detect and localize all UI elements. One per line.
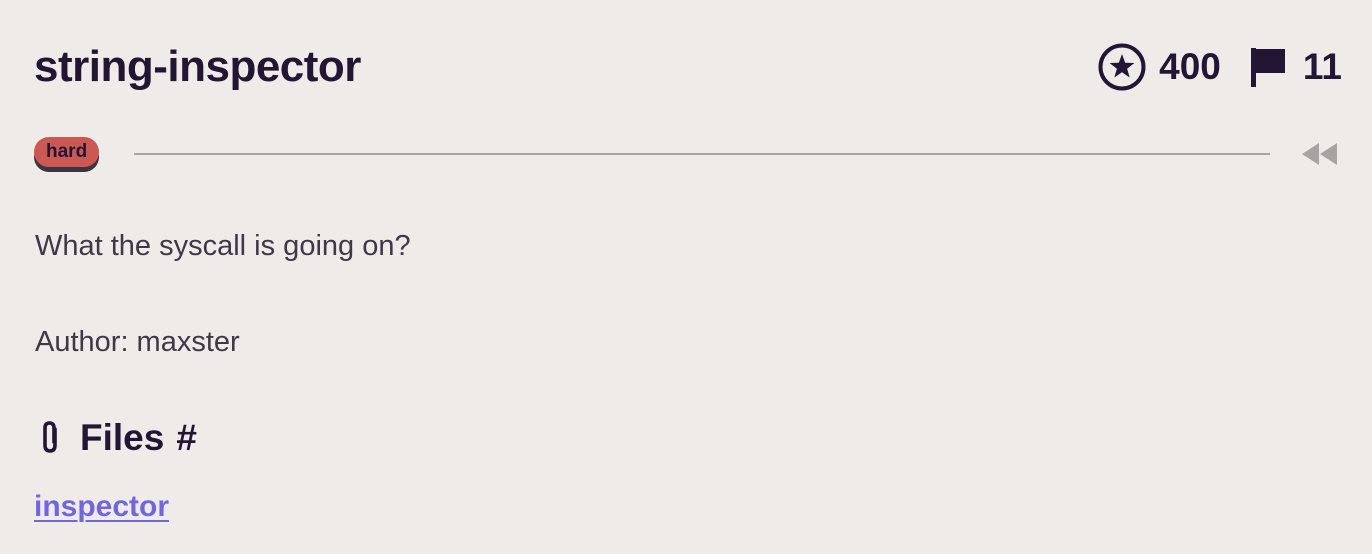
collapse-button[interactable] (1300, 142, 1340, 166)
challenge-stats: 400 11 (1097, 40, 1342, 94)
solves-value: 11 (1302, 46, 1342, 87)
points-value: 400 (1159, 46, 1221, 87)
star-circle-icon (1097, 42, 1147, 92)
challenge-author: Author: maxster (35, 326, 240, 358)
challenge-title: string-inspector (34, 42, 361, 91)
divider (134, 153, 1270, 155)
paperclip-icon (36, 420, 80, 456)
files-heading-label: Files (80, 417, 165, 458)
challenge-description: What the syscall is going on? (35, 230, 411, 262)
difficulty-row: hard (34, 137, 1340, 179)
double-chevron-left-icon (1300, 143, 1340, 170)
solves-stat: 11 (1249, 46, 1342, 88)
points-stat: 400 (1097, 42, 1221, 92)
files-anchor-link[interactable]: # (176, 414, 197, 462)
difficulty-badge: hard (34, 137, 100, 167)
file-link-inspector[interactable]: inspector (34, 487, 169, 527)
files-heading: Files # (36, 414, 197, 462)
flag-icon (1249, 46, 1287, 88)
